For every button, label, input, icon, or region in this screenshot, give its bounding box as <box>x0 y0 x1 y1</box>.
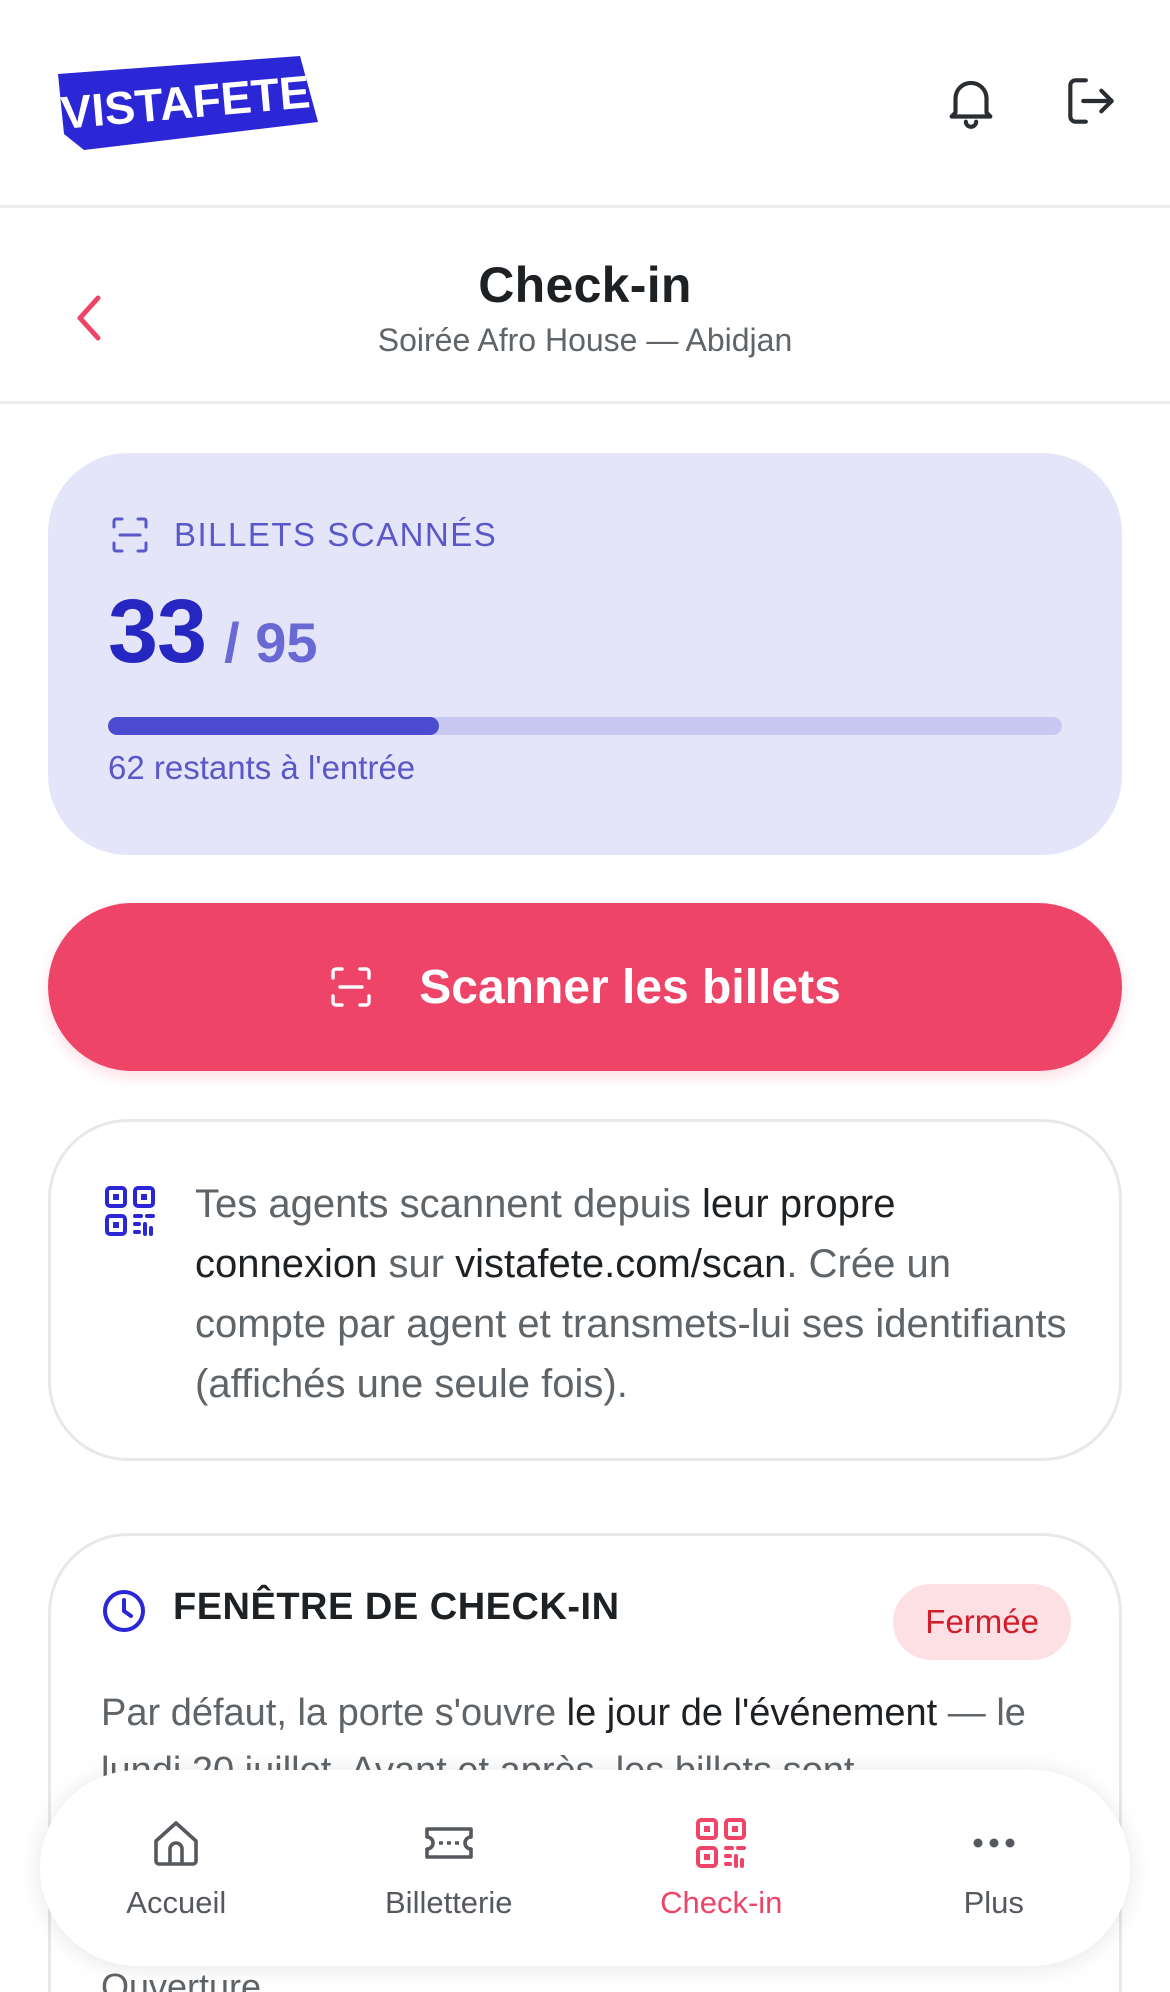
opening-label: Ouverture <box>101 1966 262 1992</box>
qr-code-icon <box>103 1184 157 1238</box>
agents-info-card: Tes agents scannent depuis leur propre c… <box>48 1119 1122 1461</box>
scan-button-label: Scanner les billets <box>419 960 841 1014</box>
nav-item-accueil[interactable]: Accueil <box>40 1770 313 1966</box>
nav-label: Billetterie <box>385 1885 513 1920</box>
scan-progress-bar <box>108 717 1062 735</box>
remaining-text: 62 restants à l'entrée <box>108 749 416 786</box>
scanned-tickets-card: BILLETS SCANNÉS 33 / 95 62 restants à l'… <box>48 453 1122 855</box>
stats-label: BILLETS SCANNÉS <box>174 516 498 553</box>
scan-icon <box>329 965 373 1009</box>
vistafete-logo[interactable]: VISTAFETE <box>54 52 324 154</box>
clock-icon <box>101 1588 147 1634</box>
app-bar: VISTAFETE <box>0 0 1170 208</box>
nav-label: Accueil <box>126 1885 227 1920</box>
scan-frame-icon <box>110 515 150 555</box>
nav-item-billetterie[interactable]: Billetterie <box>313 1770 586 1966</box>
more-dots-icon <box>966 1815 1022 1871</box>
page-title: Check-in <box>478 257 692 313</box>
ticket-icon <box>421 1815 477 1871</box>
bottom-nav: Accueil Billetterie Check-in Plus <box>40 1770 1130 1966</box>
checkin-window-title: FENÊTRE DE CHECK-IN <box>173 1586 620 1628</box>
scanned-count: 33 <box>108 582 207 682</box>
home-icon <box>148 1815 204 1871</box>
event-subtitle: Soirée Afro House — Abidjan <box>377 322 793 358</box>
qr-code-icon <box>693 1815 749 1871</box>
nav-item-plus[interactable]: Plus <box>858 1770 1131 1966</box>
logout-icon[interactable] <box>1060 70 1122 132</box>
total-count: / 95 <box>224 611 318 674</box>
bell-icon[interactable] <box>940 70 1002 132</box>
scan-tickets-button[interactable]: Scanner les billets <box>48 903 1122 1071</box>
scan-progress-fill <box>108 717 440 735</box>
status-badge: Fermée <box>893 1584 1071 1660</box>
page-header: Check-in Soirée Afro House — Abidjan <box>0 208 1170 404</box>
nav-label: Check-in <box>660 1885 783 1920</box>
nav-item-checkin[interactable]: Check-in <box>585 1770 858 1966</box>
agents-info-text: Tes agents scannent depuis leur propre c… <box>195 1182 1067 1406</box>
nav-label: Plus <box>963 1885 1024 1920</box>
